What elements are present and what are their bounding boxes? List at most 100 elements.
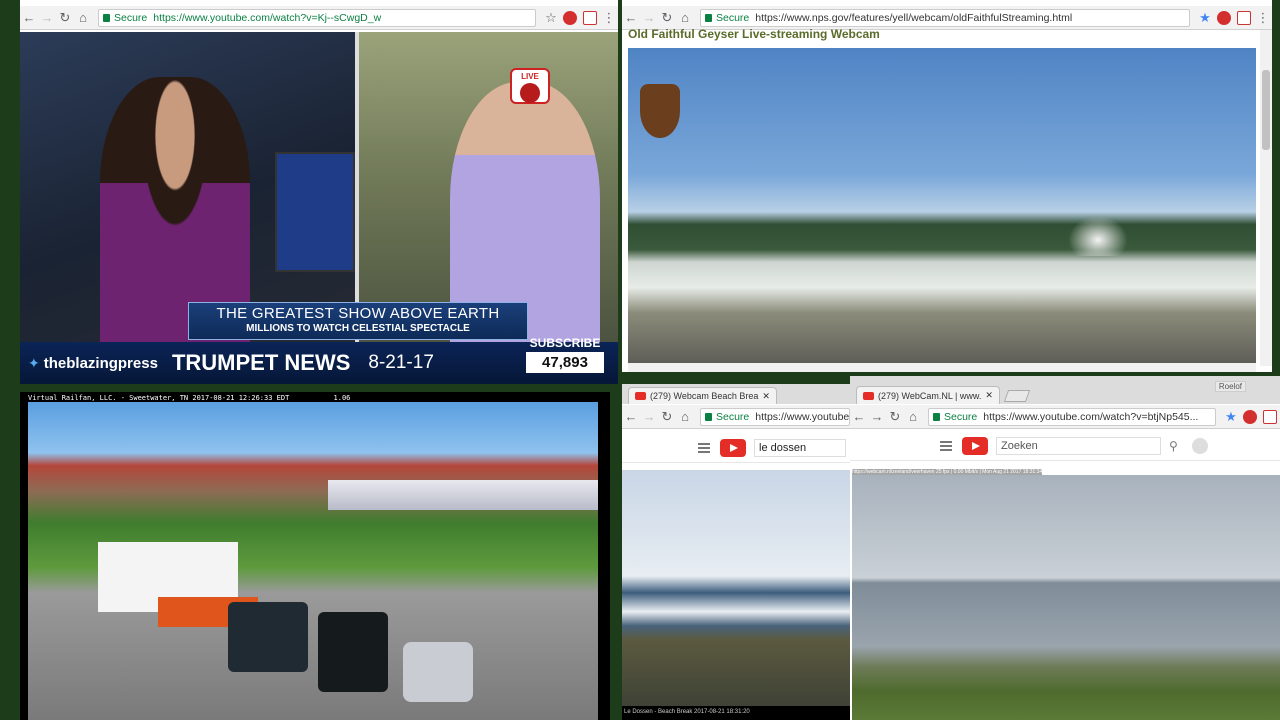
extension-icon[interactable] <box>1217 10 1231 25</box>
scrollbar[interactable] <box>1260 30 1272 366</box>
back-icon[interactable]: ← <box>622 409 640 424</box>
railfan-webcam-image[interactable] <box>28 402 598 720</box>
tab-beach[interactable]: (279) Webcam Beach Brea ✕ <box>628 387 777 404</box>
home-icon[interactable]: ⌂ <box>676 10 694 25</box>
horizontal-scrollbar[interactable] <box>628 363 1256 372</box>
address-bar[interactable]: Secure https://www.youtube.com/watch?v=b… <box>928 407 1216 426</box>
news-video[interactable]: LIVE THE GREATEST SHOW ABOVE EARTH MILLI… <box>20 32 618 384</box>
youtube-logo-icon[interactable] <box>962 436 988 455</box>
extension-icon[interactable] <box>583 10 597 25</box>
new-tab-button[interactable] <box>1003 390 1031 402</box>
url-text: https://www.youtube.com/watch?v=Kj--sCwg… <box>153 11 382 24</box>
youtube-header: le dossen <box>622 433 850 463</box>
webcamnl-toolbar: ← → ↻ ⌂ Secure https://www.youtube.com/w… <box>850 405 1280 429</box>
beach-webcam-image[interactable] <box>622 470 850 706</box>
url-text: https://www.youtube <box>755 410 850 423</box>
extension-icon[interactable] <box>1237 10 1251 25</box>
menu-icon[interactable] <box>940 440 952 451</box>
search-input[interactable]: Zoeken <box>996 436 1161 455</box>
home-icon[interactable]: ⌂ <box>676 409 694 424</box>
secure-label: Secure <box>114 11 148 24</box>
geyser-plume <box>1068 216 1128 256</box>
footer-caption: Le Dossen - Beach Break 2017-08-21 18:31… <box>622 706 850 720</box>
geyser-webcam-image[interactable] <box>628 48 1256 363</box>
address-bar[interactable]: Secure https://www.youtube <box>700 407 850 426</box>
back-icon[interactable]: ← <box>850 409 868 424</box>
forward-icon[interactable]: → <box>640 10 658 25</box>
handle: theblazingpress <box>43 354 158 372</box>
search-icon[interactable]: ⚲ <box>1169 439 1178 453</box>
truck-2 <box>318 612 388 692</box>
forward-icon[interactable]: → <box>38 10 56 25</box>
webcamnl-browser-window: (279) WebCam.NL | www. ✕ Roelof ← → ↻ ⌂ … <box>850 376 1280 720</box>
menu-icon[interactable]: ⋮ <box>600 10 618 26</box>
headline: THE GREATEST SHOW ABOVE EARTH <box>216 305 500 322</box>
railfan-window: Virtual Railfan, LLC. - Sweetwater, TN 2… <box>20 392 610 720</box>
lock-icon <box>705 13 712 22</box>
secure-label: Secure <box>716 11 750 24</box>
studio-screen <box>275 152 355 272</box>
youtube-logo-icon[interactable] <box>720 438 746 457</box>
lock-icon <box>705 412 712 421</box>
truck <box>228 602 308 672</box>
extension-icon[interactable] <box>1263 409 1277 424</box>
back-icon[interactable]: ← <box>20 10 38 25</box>
reload-icon[interactable]: ↻ <box>658 409 676 425</box>
harbor-webcam-image[interactable] <box>852 475 1280 720</box>
subheadline: MILLIONS TO WATCH CELESTIAL SPECTACLE <box>246 323 470 334</box>
live-badge: LIVE <box>510 68 550 104</box>
nps-browser-window: ← → ↻ ⌂ Secure https://www.nps.gov/featu… <box>622 0 1272 372</box>
nps-arrowhead-icon <box>640 84 680 138</box>
beach-browser-window: (279) Webcam Beach Brea ✕ ← → ↻ ⌂ Secure… <box>622 384 850 720</box>
home-icon[interactable]: ⌂ <box>904 409 922 424</box>
extension-icon[interactable] <box>1243 409 1257 424</box>
news-seal-icon <box>520 83 540 103</box>
live-label: LIVE <box>521 72 539 81</box>
tabstrip: (279) Webcam Beach Brea ✕ <box>622 384 850 404</box>
bookmark-star-icon[interactable]: ★ <box>1196 10 1214 26</box>
close-icon[interactable]: ✕ <box>762 391 770 402</box>
tab-webcamnl[interactable]: (279) WebCam.NL | www. ✕ <box>856 386 1000 404</box>
youtube-header: Zoeken ⚲ <box>850 431 1280 461</box>
address-bar[interactable]: Secure https://www.youtube.com/watch?v=K… <box>98 8 536 27</box>
headline-box: THE GREATEST SHOW ABOVE EARTH MILLIONS T… <box>188 302 528 340</box>
search-input[interactable]: le dossen <box>754 438 846 457</box>
home-icon[interactable]: ⌂ <box>74 10 92 25</box>
upload-icon[interactable] <box>1191 437 1208 454</box>
page-title: Old Faithful Geyser Live-streaming Webca… <box>628 27 880 41</box>
bookmark-star-icon[interactable]: ★ <box>1222 409 1240 425</box>
tabstrip: (279) WebCam.NL | www. ✕ Roelof <box>850 376 1280 404</box>
tab-title: (279) WebCam.NL | www. <box>878 390 982 401</box>
forward-icon[interactable]: → <box>640 409 658 424</box>
forward-icon[interactable]: → <box>868 409 886 424</box>
youtube-favicon-icon <box>863 391 874 400</box>
extension-icon[interactable] <box>563 10 577 25</box>
menu-icon[interactable]: ⋮ <box>1254 10 1272 26</box>
beach-toolbar: ← → ↻ ⌂ Secure https://www.youtube <box>622 405 850 429</box>
secure-label: Secure <box>716 410 750 423</box>
twitter-icon: ✦ <box>28 354 40 371</box>
url-text: https://www.youtube.com/watch?v=btjNp545… <box>983 410 1199 423</box>
subscriber-count: 47,893 <box>526 352 604 373</box>
youtube-favicon-icon <box>635 392 646 400</box>
menu-icon[interactable] <box>698 442 710 453</box>
subscribe-box[interactable]: SUBSCRIBE 47,893 <box>526 336 604 378</box>
silver-car <box>403 642 473 702</box>
tab-title: (279) Webcam Beach Brea <box>650 391 759 401</box>
news-browser-window: ← → ↻ ⌂ Secure https://www.youtube.com/w… <box>20 0 618 384</box>
url-text: https://www.nps.gov/features/yell/webcam… <box>755 11 1073 24</box>
back-icon[interactable]: ← <box>622 10 640 25</box>
lock-icon <box>103 13 110 22</box>
brand: TRUMPET NEWS <box>171 350 351 375</box>
train <box>328 480 598 510</box>
bookmark-star-icon[interactable]: ☆ <box>542 10 560 26</box>
address-bar[interactable]: Secure https://www.nps.gov/features/yell… <box>700 8 1190 27</box>
reload-icon[interactable]: ↻ <box>56 10 74 26</box>
scrollbar-thumb[interactable] <box>1262 70 1270 150</box>
reload-icon[interactable]: ↻ <box>886 409 904 425</box>
lock-icon <box>933 412 940 421</box>
close-icon[interactable]: ✕ <box>985 390 993 401</box>
profile-label[interactable]: Roelof <box>1214 381 1246 392</box>
date: 8-21-17 <box>368 352 434 373</box>
reload-icon[interactable]: ↻ <box>658 10 676 26</box>
